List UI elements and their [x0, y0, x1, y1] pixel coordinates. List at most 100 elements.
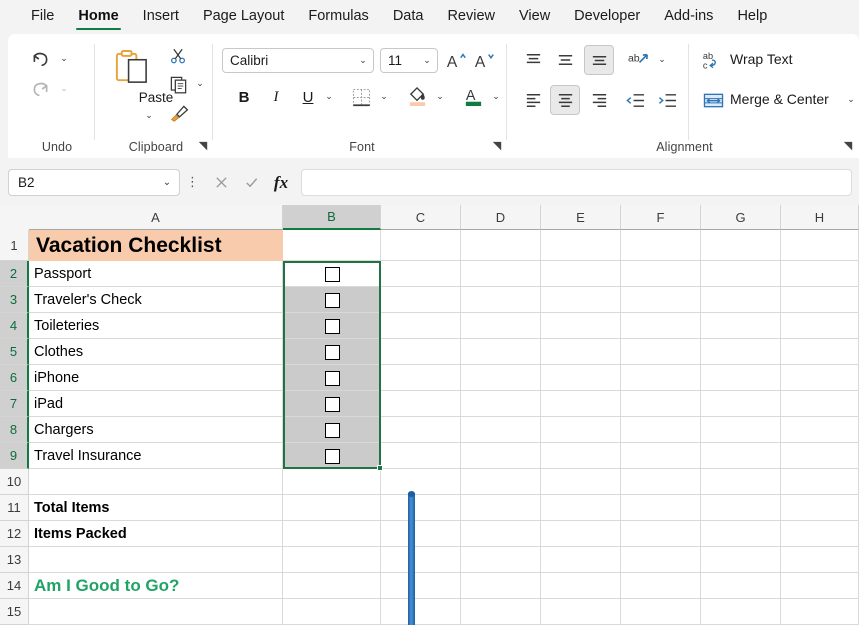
column-header-D[interactable]: D	[461, 205, 541, 230]
cell-G9[interactable]	[701, 443, 781, 469]
orientation-dropdown-icon[interactable]: ⌄	[654, 51, 670, 69]
cell-E2[interactable]	[541, 261, 621, 287]
cell-A6[interactable]: iPhone	[29, 365, 283, 391]
row-header-10[interactable]: 10	[0, 469, 29, 495]
cell-D1[interactable]	[461, 230, 541, 261]
row-header-15[interactable]: 15	[0, 599, 29, 625]
cell-D4[interactable]	[461, 313, 541, 339]
checkbox-B7[interactable]	[325, 397, 340, 412]
column-header-F[interactable]: F	[621, 205, 701, 230]
cell-F3[interactable]	[621, 287, 701, 313]
cell-B14[interactable]	[283, 573, 381, 599]
cell-G2[interactable]	[701, 261, 781, 287]
cell-B10[interactable]	[283, 469, 381, 495]
cell-E13[interactable]	[541, 547, 621, 573]
insert-function-icon[interactable]: fx	[268, 170, 294, 195]
cancel-entry-icon[interactable]	[208, 170, 234, 195]
checkbox-B9[interactable]	[325, 449, 340, 464]
cell-H1[interactable]	[781, 230, 859, 261]
clipboard-dialog-launcher[interactable]: ◥	[196, 139, 210, 153]
column-header-C[interactable]: C	[381, 205, 461, 230]
cell-G8[interactable]	[701, 417, 781, 443]
formula-input[interactable]	[301, 169, 852, 196]
cell-B15[interactable]	[283, 599, 381, 625]
undo-button[interactable]	[26, 46, 54, 72]
font-size-combobox[interactable]: 11 ⌄	[380, 48, 438, 73]
cell-A1[interactable]: Vacation Checklist	[29, 230, 283, 261]
font-color-icon[interactable]: A	[460, 82, 486, 110]
merge-center-icon[interactable]	[700, 87, 726, 113]
checkbox-B4[interactable]	[325, 319, 340, 334]
cell-A3[interactable]: Traveler's Check	[29, 287, 283, 313]
wrap-text-icon[interactable]: ab c	[700, 47, 726, 73]
cell-H6[interactable]	[781, 365, 859, 391]
cut-icon[interactable]	[166, 44, 190, 68]
cell-E1[interactable]	[541, 230, 621, 261]
row-header-8[interactable]: 8	[0, 417, 29, 443]
cell-G13[interactable]	[701, 547, 781, 573]
ribbon-tab-insert[interactable]: Insert	[132, 4, 190, 30]
merge-center-label[interactable]: Merge & Center	[730, 91, 829, 107]
cell-F8[interactable]	[621, 417, 701, 443]
row-header-11[interactable]: 11	[0, 495, 29, 521]
undo-dropdown-icon[interactable]: ⌄	[56, 50, 72, 68]
cell-F11[interactable]	[621, 495, 701, 521]
cell-H7[interactable]	[781, 391, 859, 417]
cell-A2[interactable]: Passport	[29, 261, 283, 287]
cell-H4[interactable]	[781, 313, 859, 339]
column-header-G[interactable]: G	[701, 205, 781, 230]
cell-C5[interactable]	[381, 339, 461, 365]
formula-bar-more-icon[interactable]: ⋮	[186, 172, 198, 193]
cell-C12[interactable]	[381, 521, 461, 547]
font-name-combobox[interactable]: Calibri ⌄	[222, 48, 374, 73]
cell-A11[interactable]: Total Items	[29, 495, 283, 521]
cell-E9[interactable]	[541, 443, 621, 469]
copy-dropdown-icon[interactable]: ⌄	[192, 76, 208, 92]
paste-dropdown-icon[interactable]: ⌄	[140, 108, 158, 124]
cell-C10[interactable]	[381, 469, 461, 495]
row-header-3[interactable]: 3	[0, 287, 29, 313]
cell-G6[interactable]	[701, 365, 781, 391]
cell-H10[interactable]	[781, 469, 859, 495]
cell-A5[interactable]: Clothes	[29, 339, 283, 365]
column-header-B[interactable]: B	[283, 205, 381, 230]
cell-C1[interactable]	[381, 230, 461, 261]
cell-A15[interactable]	[29, 599, 283, 625]
spreadsheet-grid[interactable]: ABCDEFGH 123456789101112131415 Vacation …	[0, 205, 859, 625]
italic-button[interactable]: I	[264, 84, 288, 110]
cell-F12[interactable]	[621, 521, 701, 547]
row-header-2[interactable]: 2	[0, 261, 29, 287]
cell-A14[interactable]: Am I Good to Go?	[29, 573, 283, 599]
cell-H3[interactable]	[781, 287, 859, 313]
cell-H11[interactable]	[781, 495, 859, 521]
cell-E8[interactable]	[541, 417, 621, 443]
fill-color-dropdown-icon[interactable]: ⌄	[432, 88, 448, 106]
cell-G12[interactable]	[701, 521, 781, 547]
cell-D12[interactable]	[461, 521, 541, 547]
row-header-13[interactable]: 13	[0, 547, 29, 573]
cell-H13[interactable]	[781, 547, 859, 573]
cell-H2[interactable]	[781, 261, 859, 287]
cell-D8[interactable]	[461, 417, 541, 443]
cell-G11[interactable]	[701, 495, 781, 521]
redo-button[interactable]	[26, 76, 54, 102]
ribbon-tab-home[interactable]: Home	[67, 4, 129, 30]
column-header-A[interactable]: A	[29, 205, 283, 230]
decrease-indent-icon[interactable]	[622, 87, 648, 113]
row-header-1[interactable]: 1	[0, 230, 29, 261]
cell-D9[interactable]	[461, 443, 541, 469]
cell-H5[interactable]	[781, 339, 859, 365]
cell-E3[interactable]	[541, 287, 621, 313]
cell-G1[interactable]	[701, 230, 781, 261]
row-header-12[interactable]: 12	[0, 521, 29, 547]
cell-A12[interactable]: Items Packed	[29, 521, 283, 547]
cell-F15[interactable]	[621, 599, 701, 625]
fill-color-icon[interactable]	[404, 82, 430, 110]
cell-D2[interactable]	[461, 261, 541, 287]
cell-D14[interactable]	[461, 573, 541, 599]
bold-button[interactable]: B	[232, 84, 256, 110]
cell-E5[interactable]	[541, 339, 621, 365]
cell-G7[interactable]	[701, 391, 781, 417]
cell-D10[interactable]	[461, 469, 541, 495]
cell-D15[interactable]	[461, 599, 541, 625]
